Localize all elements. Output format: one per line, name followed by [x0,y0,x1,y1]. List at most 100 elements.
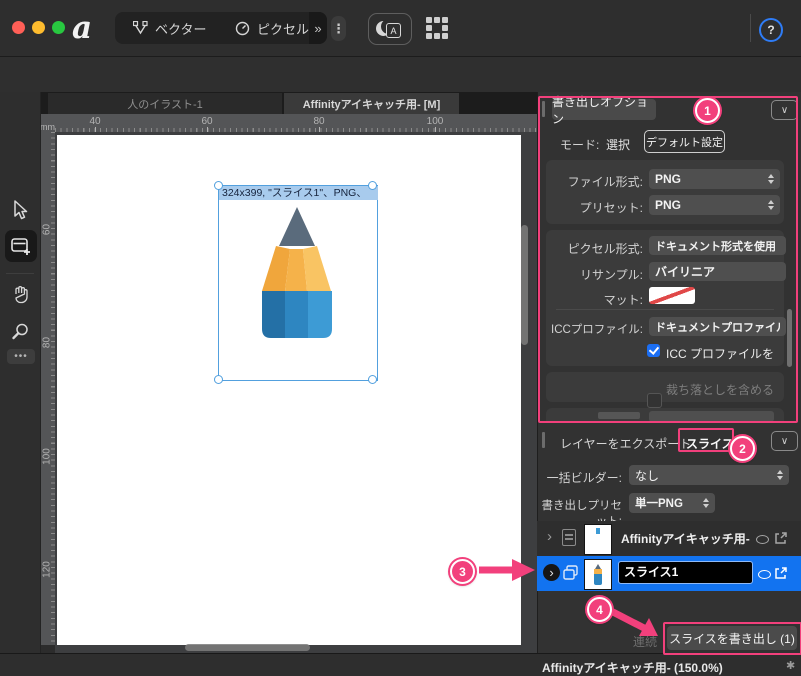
slice-tool-icon [10,235,32,257]
export-slice-icon[interactable] [773,566,788,581]
affinity-export-persona-window: a ベクター ピクセル » ⋮ [0,0,801,676]
mini-pencil-body [594,574,602,585]
slice-tool-button[interactable] [5,230,37,262]
help-button[interactable]: ? [759,18,783,42]
mode-option-default[interactable]: デフォルト設定 [644,130,725,153]
vertical-scrollbar[interactable] [521,225,528,345]
zoom-window-button[interactable] [52,21,65,34]
panel-scrollbar[interactable] [787,309,792,367]
vertical-dots-icon: ⋮ [332,21,345,37]
export-options-panel-title[interactable]: 書き出しオプション [552,99,656,120]
export-preset-value: 単一PNG [635,495,699,511]
ruler-unit-label: mm [40,122,55,132]
marker-1-number: 1 [704,104,711,118]
slice-handle-bottom-left[interactable] [214,375,223,384]
visibility-eye-icon[interactable] [756,535,769,544]
icc-profile-label: ICCプロファイル: [546,321,643,337]
hand-icon [11,285,30,304]
tools-sidebar: ••• [0,92,41,653]
export-options-collapse-button[interactable]: ∨ [771,100,798,120]
slice-list-row-document[interactable]: › Affinityアイキャッチ用- [537,521,801,557]
batch-builder-label: 一括ビルダー: [546,469,622,486]
context-toolbar: スライス 自動サイズに戻す 324x399, "スライス1"、PNG、RGB 8… [0,57,801,93]
disclosure-icon: › [549,565,553,580]
document-tab-active[interactable]: Affinityアイキャッチ用- [M] [284,93,459,114]
preset-dropdown[interactable]: PNG [649,195,780,215]
icc-embed-label: ICC プロファイルを [666,345,774,362]
slice-list-row-selected[interactable]: › スライス1 [537,556,801,591]
annotation-marker-4: 4 [587,597,612,622]
slice-handle-top-right[interactable] [368,181,377,190]
tab-export-layers[interactable]: レイヤーをエクスポート [560,435,691,452]
document-type-icon [562,529,576,546]
annotation-marker-3: 3 [450,559,475,584]
marker-2-number: 2 [739,442,746,456]
panel-grip-icon [542,101,545,117]
toolbar-separator [750,14,751,42]
persona-overflow-button[interactable]: » [309,12,327,44]
stepper-icon [703,498,709,508]
file-format-dropdown[interactable]: PNG [649,169,780,189]
persona-tab-vector[interactable]: ベクター [121,12,218,44]
bleed-label: 裁ち落としを含める [666,381,774,398]
slice-selection-rect[interactable]: 324x399, "スライス1"、PNG、 [218,185,378,381]
question-mark-icon: ? [767,23,774,37]
app-status-bar: 1 / 1 クリックでスライスを選択します。⇧+クリックでスラ- [0,653,537,676]
annotation-marker-1: 1 [695,98,720,123]
slices-panel-collapse-button[interactable]: ∨ [771,431,798,451]
icc-profile-dropdown[interactable]: ドキュメントプロファイルを… [649,317,786,336]
slice-thumbnail [584,559,612,590]
disclosure-icon[interactable]: › [547,528,552,545]
export-slice-icon[interactable] [773,531,788,546]
studio-grid-icon[interactable] [426,17,449,40]
matte-none-swatch[interactable] [649,287,695,304]
disclosure-circle-icon[interactable]: › [543,564,560,581]
matte-label: マット: [546,291,643,308]
more-tools-button[interactable]: ••• [7,349,35,364]
persona-tab-vector-label: ベクター [155,19,206,38]
export-preset-dropdown[interactable]: 単一PNG [629,493,715,513]
pixel-format-dropdown[interactable]: ドキュメント形式を使用 [649,236,786,255]
resample-dropdown[interactable]: バイリニア [649,262,786,281]
minimize-window-button[interactable] [32,21,45,34]
bleed-checkbox[interactable] [647,393,662,408]
toolbar-menu-button[interactable]: ⋮ [331,16,346,41]
export-slices-button[interactable]: スライスを書き出し (1) [667,626,797,650]
export-options-title-label: 書き出しオプション [552,93,656,127]
visibility-eye-icon[interactable] [758,570,771,579]
magnifier-icon [11,322,30,341]
tool-divider [6,273,34,274]
view-tool-button[interactable] [8,282,32,306]
tab-slices[interactable]: スライス [686,435,734,452]
pixel-persona-icon [235,21,250,36]
slice-handle-top-left[interactable] [214,181,223,190]
ruler-tick-label: 100 [420,116,450,127]
vector-persona-icon [133,21,148,36]
document-tab-2-label: Affinityアイキャッチ用- [M] [303,96,441,112]
slice-handle-bottom-right[interactable] [368,375,377,384]
panel-grip-icon [542,432,545,448]
zoom-tool-button[interactable] [8,319,32,343]
horizontal-scrollbar[interactable] [185,644,310,651]
slice-row-name: Affinityアイキャッチ用- [621,530,750,547]
file-format-value: PNG [655,172,764,186]
a-badge-icon: A [386,23,401,38]
mode-option-selection[interactable]: 選択 [606,136,630,153]
preset-label: プリセット: [546,199,643,216]
ruler-tick-label: 60 [192,116,222,127]
chevron-down-icon: ∨ [781,436,788,447]
batch-builder-dropdown[interactable]: なし [629,465,789,485]
clipped-dropdown-placeholder [649,411,774,422]
icc-embed-checkbox[interactable] [647,344,660,357]
ruler-tick-label: 120 [42,555,53,585]
persona-switcher: ベクター ピクセル » [115,12,327,44]
close-window-button[interactable] [12,21,25,34]
ruler-tick-label: 80 [304,116,334,127]
document-tab-inactive[interactable]: 人のイラスト-1 [48,93,282,114]
cursor-icon [12,200,29,220]
persona-tab-pixel[interactable]: ピクセル [223,12,321,44]
move-tool-button[interactable] [8,198,32,222]
hardware-acceleration-toggle[interactable]: A [368,13,412,45]
stepper-icon [768,174,774,184]
slice-name-field[interactable]: スライス1 [619,562,752,583]
